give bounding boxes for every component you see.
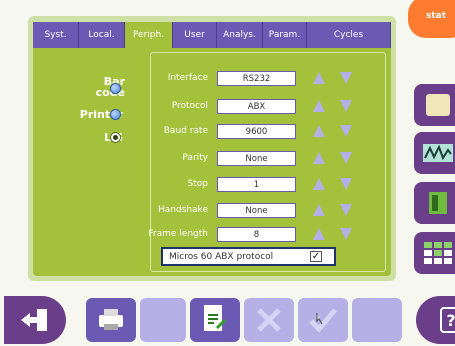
grid-icon [423, 240, 453, 266]
barcode-radio[interactable] [110, 83, 121, 94]
specimen-button[interactable] [414, 84, 455, 126]
interface-down-arrow-icon[interactable] [340, 72, 352, 84]
stop-up-arrow-icon[interactable] [313, 178, 325, 190]
reagent-icon [429, 192, 447, 214]
grid-button[interactable] [414, 232, 455, 274]
exit-door-icon [21, 309, 47, 331]
stop-down-arrow-icon[interactable] [340, 178, 352, 190]
parity-field[interactable]: None [217, 151, 296, 166]
exit-button[interactable] [4, 296, 66, 344]
empty-button[interactable] [140, 298, 186, 342]
help-icon: ? [440, 307, 455, 333]
baud-rate-field[interactable]: 9600 [217, 124, 296, 139]
interface-label: Interface [167, 73, 208, 83]
handshake-label: Handshake [157, 205, 208, 215]
protocol-down-arrow-icon[interactable] [340, 100, 352, 112]
waveform-button[interactable] [414, 132, 455, 174]
disabled-button[interactable] [352, 298, 402, 342]
parity-up-arrow-icon[interactable] [313, 152, 325, 164]
tab-bar: Syst. Local. Periph. User Analys. Param.… [33, 22, 391, 48]
protocol-up-arrow-icon[interactable] [313, 100, 325, 112]
printer-radio[interactable] [110, 109, 121, 120]
cancel-button[interactable] [244, 298, 294, 342]
handshake-down-arrow-icon[interactable] [340, 204, 352, 216]
tab-syst[interactable]: Syst. [33, 22, 79, 48]
edit-document-button[interactable] [190, 298, 240, 342]
handshake-up-arrow-icon[interactable] [313, 204, 325, 216]
baud-rate-up-arrow-icon[interactable] [313, 125, 325, 137]
frame-length-field[interactable]: 8 [217, 227, 296, 242]
status-label: stat [426, 11, 447, 21]
cancel-x-icon [257, 308, 281, 332]
frame-length-down-arrow-icon[interactable] [340, 228, 352, 240]
baud-rate-down-arrow-icon[interactable] [340, 125, 352, 137]
waveform-icon [423, 144, 453, 162]
interface-field[interactable]: RS232 [217, 71, 296, 86]
print-button[interactable] [86, 298, 136, 342]
handshake-field[interactable]: None [217, 203, 296, 218]
protocol-field[interactable]: ABX [217, 99, 296, 114]
parity-label: Parity [182, 153, 208, 163]
validate-button[interactable] [298, 298, 348, 342]
stop-label: Stop [187, 179, 208, 189]
document-edit-icon [204, 305, 226, 331]
tab-periph[interactable]: Periph. [125, 22, 173, 48]
tab-user[interactable]: User [173, 22, 217, 48]
tab-local[interactable]: Local. [79, 22, 125, 48]
validate-check-icon [309, 308, 337, 333]
specimen-icon [426, 94, 450, 116]
micros-protocol-row[interactable]: Micros 60 ABX protocol ✓ [161, 247, 336, 266]
stop-field[interactable]: 1 [217, 177, 296, 192]
tab-cycles[interactable]: Cycles [307, 22, 391, 48]
printer-icon [99, 309, 123, 330]
lis-radio[interactable] [110, 132, 121, 143]
protocol-label: Protocol [171, 101, 208, 111]
periph-panel: Bar code Printer LIS [33, 48, 391, 276]
interface-up-arrow-icon[interactable] [313, 72, 325, 84]
baud-rate-label: Baud rate [163, 126, 208, 136]
parity-down-arrow-icon[interactable] [340, 152, 352, 164]
micros-protocol-label: Micros 60 ABX protocol [169, 252, 274, 262]
frame-length-up-arrow-icon[interactable] [313, 228, 325, 240]
reagent-button[interactable] [414, 182, 455, 224]
frame-length-label: Frame length [148, 229, 208, 239]
tab-analys[interactable]: Analys. [217, 22, 263, 48]
tab-param[interactable]: Param. [263, 22, 307, 48]
micros-protocol-checkbox[interactable]: ✓ [310, 251, 322, 262]
app-window: Syst. Local. Periph. User Analys. Param.… [0, 0, 455, 346]
